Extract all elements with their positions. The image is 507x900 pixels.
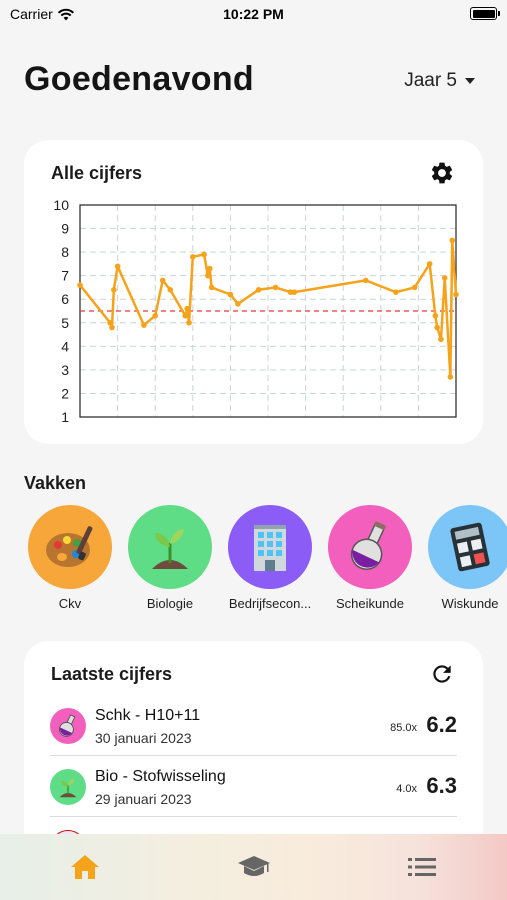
grade-point bbox=[190, 254, 196, 260]
status-bar: Carrier 10:22 PM bbox=[0, 0, 507, 30]
subject-circle bbox=[328, 505, 412, 589]
flask-icon bbox=[59, 714, 76, 737]
refresh-icon[interactable] bbox=[429, 661, 455, 687]
grade-point bbox=[432, 312, 439, 319]
subject-name: Wiskunde bbox=[441, 596, 499, 611]
subject-name: Biologie bbox=[146, 596, 194, 611]
subject-name: Bedrijfsecon... bbox=[228, 596, 312, 611]
grade-point bbox=[159, 277, 166, 284]
seedling-icon bbox=[59, 778, 77, 798]
grade-weight: 4.0x bbox=[396, 783, 417, 795]
grade-point bbox=[114, 263, 121, 270]
subject-ckv[interactable]: Ckv bbox=[20, 505, 120, 611]
grade-point bbox=[393, 289, 399, 295]
grade-point bbox=[201, 251, 207, 258]
y-tick-label: 8 bbox=[61, 244, 69, 260]
grade-point bbox=[186, 319, 192, 326]
subject-circle bbox=[228, 505, 312, 589]
grade-weight: 85.0x bbox=[390, 722, 417, 734]
grade-point bbox=[434, 324, 441, 331]
year-selector[interactable]: Jaar 5 bbox=[404, 70, 475, 92]
grade-point bbox=[111, 287, 117, 293]
subject-biologie[interactable]: Biologie bbox=[120, 505, 220, 611]
grade-point bbox=[182, 312, 189, 319]
gear-icon[interactable] bbox=[429, 160, 455, 186]
clock: 10:22 PM bbox=[223, 6, 284, 22]
grade-point bbox=[208, 284, 215, 291]
y-tick-label: 10 bbox=[53, 197, 69, 213]
office-building-icon bbox=[254, 525, 286, 571]
y-tick-label: 9 bbox=[61, 221, 69, 237]
y-tick-label: 4 bbox=[61, 338, 69, 354]
subject-name: Scheikunde bbox=[336, 596, 404, 611]
grade-row[interactable]: Schk - H10+11 30 januari 2023 85.0x 6.2 bbox=[50, 695, 457, 756]
grade-value: 6.2 bbox=[426, 712, 457, 737]
y-tick-label: 3 bbox=[61, 362, 69, 378]
home-icon bbox=[71, 855, 99, 879]
grade-point bbox=[441, 275, 448, 281]
year-selector-label: Jaar 5 bbox=[404, 70, 457, 91]
subject-circle bbox=[428, 505, 507, 589]
subject-wiskunde[interactable]: Wiskunde bbox=[420, 505, 507, 611]
grade-point bbox=[141, 322, 147, 328]
seedling-icon bbox=[152, 529, 188, 569]
grade-point bbox=[184, 305, 190, 312]
palette-icon bbox=[46, 526, 93, 567]
grade-point bbox=[411, 284, 418, 291]
caret-down-icon bbox=[465, 78, 475, 84]
calculator-icon bbox=[450, 522, 490, 572]
y-tick-label: 6 bbox=[61, 291, 69, 307]
grade-point bbox=[227, 291, 234, 298]
subject-name: Ckv bbox=[58, 596, 82, 611]
grade-point bbox=[272, 284, 279, 291]
subject-scheikunde[interactable]: Scheikunde bbox=[320, 505, 420, 611]
battery-icon bbox=[470, 7, 500, 20]
grade-title: Bio - Stofwisseling bbox=[95, 768, 226, 785]
grade-point bbox=[438, 336, 444, 343]
graduation-cap-icon bbox=[238, 856, 270, 876]
subject-circle bbox=[128, 505, 212, 589]
grade-point bbox=[205, 272, 211, 279]
flask-icon bbox=[350, 521, 386, 571]
grade-point bbox=[206, 265, 213, 272]
grade-title: Schk - H10+11 bbox=[95, 707, 201, 724]
grade-row[interactable]: Bio - Stofwisseling 29 januari 2023 4.0x… bbox=[50, 756, 457, 817]
grade-subject-icon bbox=[50, 708, 86, 744]
tab-subjects[interactable] bbox=[237, 852, 271, 882]
tab-home[interactable] bbox=[68, 852, 102, 882]
grade-point bbox=[235, 301, 241, 307]
grade-value: 6.3 bbox=[426, 773, 457, 798]
grades-chart: 1 2 3 4 5 6 7 8 9 10 bbox=[53, 197, 459, 425]
y-tick-label: 5 bbox=[61, 315, 69, 331]
y-tick-label: 7 bbox=[61, 268, 69, 284]
list-icon bbox=[408, 858, 436, 876]
grade-date: 29 januari 2023 bbox=[95, 791, 192, 807]
grade-point bbox=[447, 374, 454, 380]
latest-grades-title: Laatste cijfers bbox=[51, 664, 173, 684]
greeting-title: Goedenavond bbox=[24, 60, 254, 98]
grade-point bbox=[426, 261, 433, 267]
grade-point bbox=[291, 289, 298, 295]
grade-point bbox=[77, 282, 83, 288]
grade-point bbox=[453, 291, 459, 298]
grade-point bbox=[109, 324, 115, 331]
tab-grades-list[interactable] bbox=[405, 852, 439, 882]
grade-date: 30 januari 2023 bbox=[95, 730, 192, 746]
subject-circle bbox=[28, 505, 112, 589]
grade-point bbox=[152, 312, 158, 319]
grade-point bbox=[255, 287, 262, 293]
grade-subject-icon bbox=[50, 769, 86, 805]
tab-bar bbox=[0, 834, 507, 900]
grade-point bbox=[167, 287, 174, 293]
grade-point bbox=[362, 277, 369, 284]
grade-point bbox=[449, 237, 456, 244]
y-tick-label: 2 bbox=[61, 385, 69, 401]
subjects-carousel[interactable]: Ckv Biologie Bedrijfsecon... Scheikunde … bbox=[0, 505, 507, 615]
subjects-section-title: Vakken bbox=[24, 473, 87, 493]
all-grades-card: 1 2 3 4 5 6 7 8 9 10 Alle cijfers bbox=[24, 140, 483, 444]
chart-card-title: Alle cijfers bbox=[51, 163, 143, 183]
subject-bedrijfseconomie[interactable]: Bedrijfsecon... bbox=[220, 505, 320, 611]
y-tick-label: 1 bbox=[61, 409, 69, 425]
